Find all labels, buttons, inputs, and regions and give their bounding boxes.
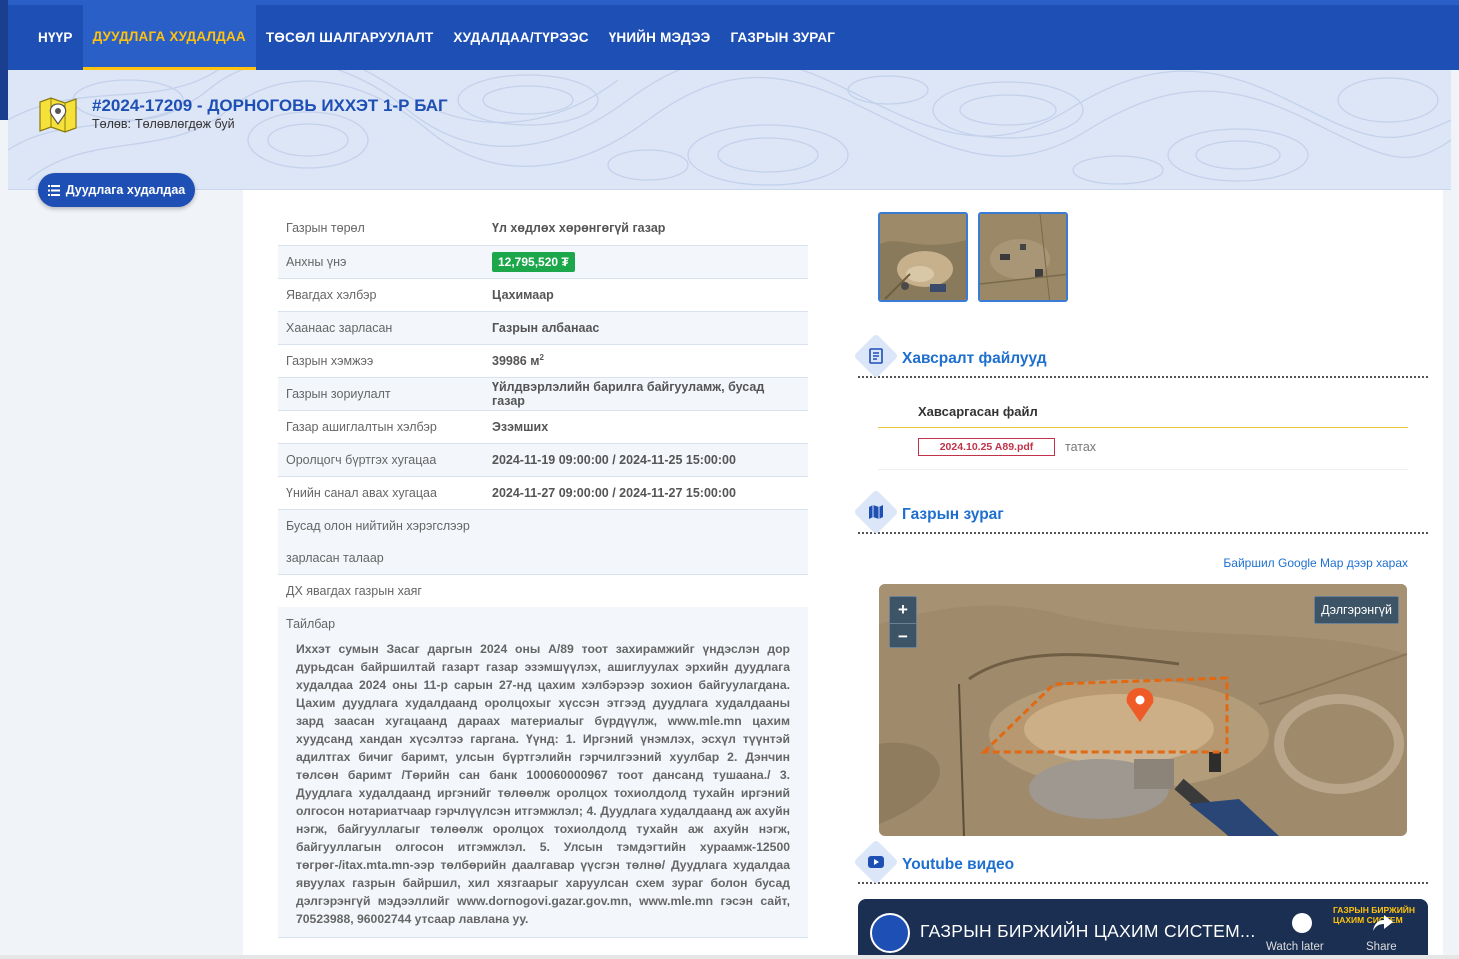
detail-key: Анхны үнэ	[278, 245, 484, 279]
detail-key: Оролцогч бүртгэх хугацаа	[278, 443, 484, 477]
nav-map[interactable]: ГАЗРЫН ЗУРАГ	[720, 5, 845, 70]
table-row: Газар ашиглалтын хэлбэр Эзэмших	[278, 410, 808, 444]
thumbnail-2[interactable]	[978, 212, 1068, 302]
detail-value: Газрын албанаас	[484, 311, 808, 345]
status-text: Төлөв: Төлөвлөгдөж буй	[92, 117, 235, 131]
attachments-title: Хавсралт файлууд	[902, 350, 1047, 367]
detail-value: Үйлдвэрлэлийн барилга байгууламж, бусад …	[484, 377, 808, 411]
area-unit-sup: 2	[539, 352, 544, 362]
back-to-auction-button[interactable]: Дуудлага худалдаа	[38, 173, 195, 207]
attachment-file-link[interactable]: 2024.10.25 A89.pdf	[918, 438, 1055, 456]
thumbnail-1[interactable]	[878, 212, 968, 302]
map-view[interactable]: + − Дэлгэрэнгүй	[879, 584, 1407, 836]
table-row: Газрын хэмжээ 39986 м2	[278, 344, 808, 378]
map-section-header: Газрын зураг	[853, 489, 1428, 535]
video-section-header: Youtube видео	[853, 839, 1428, 885]
watch-later-icon[interactable]	[1292, 913, 1312, 933]
table-row: Үнийн санал авах хугацаа 2024-11-27 09:0…	[278, 476, 808, 510]
satellite-thumb-image	[880, 214, 966, 300]
detail-value: Үл хөдлөх хөрөнгөгүй газар	[484, 212, 808, 246]
status-value: Төлөвлөгдөж буй	[134, 117, 235, 131]
detail-key: Явагдах хэлбэр	[278, 278, 484, 312]
nav-project-selection[interactable]: ТӨСӨЛ ШАЛГАРУУЛАЛТ	[256, 5, 444, 70]
detail-key: Газрын хэмжээ	[278, 344, 484, 378]
video-embed-title[interactable]: ГАЗРЫН БИРЖИЙН ЦАХИМ СИСТЕМ...	[920, 921, 1255, 942]
attachment-row: 2024.10.25 A89.pdf татах	[878, 430, 1408, 470]
map-pin-icon	[38, 94, 78, 134]
satellite-thumb-image	[980, 214, 1066, 300]
bottom-scroll-edge	[0, 955, 1459, 959]
detail-key: Газар ашиглалтын хэлбэр	[278, 410, 484, 444]
detail-value: 2024-11-19 09:00:00 / 2024-11-25 15:00:0…	[484, 443, 808, 477]
description-label: Тайлбар	[286, 617, 336, 631]
file-icon	[866, 346, 886, 366]
channel-logo-icon	[870, 913, 910, 953]
video-embed[interactable]: ГАЗРЫН БИРЖИЙН ЦАХИМ СИСТЕМ... ГАЗРЫН БИ…	[858, 899, 1428, 959]
zoom-control: + −	[889, 596, 917, 648]
attachments-table-header: Хавсаргасан файл	[878, 396, 1408, 428]
details-table: Газрын төрөл Үл хөдлөх хөрөнгөгүй газар …	[278, 212, 808, 608]
detail-key: Газрын төрөл	[278, 212, 484, 246]
google-map-link[interactable]: Байршил Google Map дээр харах	[1180, 556, 1408, 570]
table-row: Оролцогч бүртгэх хугацаа 2024-11-19 09:0…	[278, 443, 808, 477]
watch-later-label[interactable]: Watch later	[1266, 941, 1324, 953]
back-button-label: Дуудлага худалдаа	[65, 183, 186, 197]
detail-key: Бусад олон нийтийн хэрэгслээр зарласан та…	[278, 509, 808, 575]
status-label: Төлөв:	[92, 117, 131, 131]
detail-key-line2: зарласан талаар	[286, 550, 384, 565]
table-row: Газрын зориулалт Үйлдвэрлэлийн барилга б…	[278, 377, 808, 411]
top-nav: НҮҮР ДУУДЛАГА ХУДАЛДАА ТӨСӨЛ ШАЛГАРУУЛАЛ…	[0, 0, 1459, 70]
page-banner: #2024-17209 - ДОРНОГОВЬ ИХХЭТ 1-Р БАГ Тө…	[8, 70, 1451, 190]
table-row: Анхны үнэ 12,795,520 ₮	[278, 245, 808, 279]
table-row: Газрын төрөл Үл хөдлөх хөрөнгөгүй газар	[278, 212, 808, 246]
table-row: ДХ явагдах газрын хаяг	[278, 574, 808, 608]
description-block: Тайлбар Иххэт сумын Засаг даргын 2024 он…	[278, 607, 808, 938]
detail-value: 39986 м2	[484, 344, 808, 378]
map-details-button[interactable]: Дэлгэрэнгүй	[1314, 596, 1399, 624]
table-row: Хаанаас зарласан Газрын албанаас	[278, 311, 808, 345]
table-row: Явагдах хэлбэр Цахимаар	[278, 278, 808, 312]
detail-value: Эзэмших	[484, 410, 808, 444]
zoom-out-button[interactable]: −	[890, 623, 916, 649]
page-title: #2024-17209 - ДОРНОГОВЬ ИХХЭТ 1-Р БАГ	[92, 96, 448, 115]
detail-key: ДХ явагдах газрын хаяг	[278, 574, 484, 608]
detail-key: Хаанаас зарласан	[278, 311, 484, 345]
detail-key-line1: Бусад олон нийтийн хэрэгслээр	[286, 518, 470, 533]
download-link[interactable]: татах	[1065, 440, 1096, 454]
detail-key: Үнийн санал авах хугацаа	[278, 476, 484, 510]
nav-sale-rent[interactable]: ХУДАЛДАА/ТҮРЭЭС	[443, 5, 598, 70]
detail-key: Газрын зориулалт	[278, 377, 484, 411]
map-icon	[866, 502, 886, 522]
price-badge: 12,795,520 ₮	[492, 251, 575, 272]
table-row: Бусад олон нийтийн хэрэгслээр зарласан та…	[278, 509, 808, 575]
nav-price-info[interactable]: ҮНИЙН МЭДЭЭ	[599, 5, 721, 70]
nav-home[interactable]: НҮҮР	[28, 5, 83, 70]
share-icon[interactable]	[1372, 913, 1394, 933]
detail-value: 12,795,520 ₮	[484, 245, 808, 279]
attachments-section-header: Хавсралт файлууд	[853, 333, 1428, 379]
nav-menu: НҮҮР ДУУДЛАГА ХУДАЛДАА ТӨСӨЛ ШАЛГАРУУЛАЛ…	[28, 5, 845, 70]
youtube-icon	[866, 852, 886, 872]
share-label[interactable]: Share	[1366, 941, 1397, 953]
detail-value	[484, 574, 808, 608]
map-title: Газрын зураг	[902, 506, 1004, 523]
left-strip	[0, 0, 8, 120]
video-title: Youtube видео	[902, 856, 1015, 873]
detail-value: 2024-11-27 09:00:00 / 2024-11-27 15:00:0…	[484, 476, 808, 510]
nav-auction[interactable]: ДУУДЛАГА ХУДАЛДАА	[82, 5, 256, 70]
list-icon	[47, 184, 60, 196]
description-text: Иххэт сумын Засаг даргын 2024 оны А/89 т…	[296, 642, 790, 926]
detail-value: Цахимаар	[484, 278, 808, 312]
zoom-in-button[interactable]: +	[890, 597, 916, 623]
area-value: 39986 м	[492, 354, 540, 369]
